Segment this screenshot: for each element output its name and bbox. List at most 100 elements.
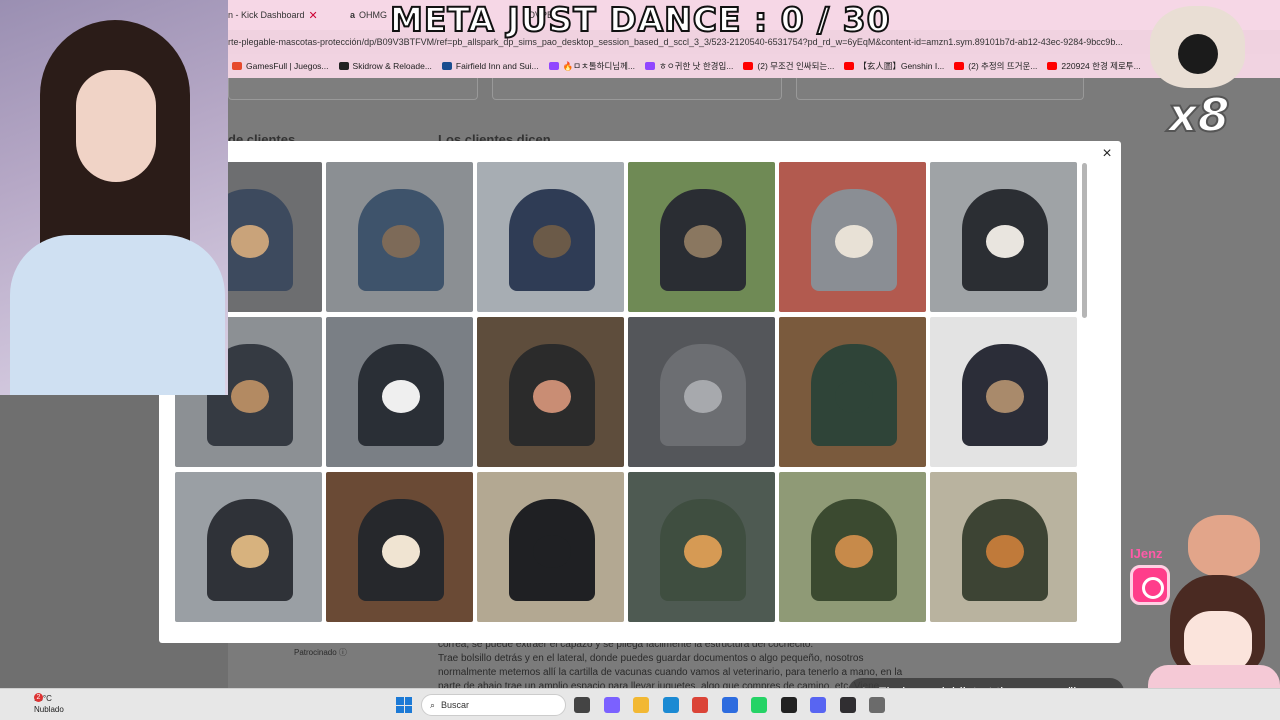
bookmark-label: 【玄人圖】Genshin I... [858, 61, 945, 71]
pet-image [532, 535, 572, 568]
pet-image [230, 535, 270, 568]
pet-image [683, 380, 723, 413]
bookmark-item[interactable]: 【玄人圖】Genshin I... [844, 60, 944, 72]
customer-image-thumbnail[interactable] [477, 472, 624, 622]
bookmark-favicon-icon [338, 62, 349, 70]
page-section-box [492, 78, 782, 100]
customer-image-thumbnail[interactable] [175, 472, 322, 622]
weather-desc: Nublado [34, 705, 64, 714]
bookmark-label: GamesFull | Juegos... [246, 61, 329, 71]
customer-image-thumbnail[interactable] [779, 472, 926, 622]
epic-games-icon[interactable] [780, 697, 797, 713]
bookmark-favicon-icon [645, 62, 656, 70]
image-grid [175, 162, 1077, 622]
pet-image [381, 225, 421, 258]
pet-image [683, 225, 723, 258]
task-view-icon[interactable] [574, 697, 590, 713]
pet-image [381, 380, 421, 413]
review-line: Trae bolsillo detrás y en el lateral, do… [438, 653, 864, 664]
bookmark-label: 220924 한경 제로투... [1061, 61, 1141, 71]
customer-image-thumbnail[interactable] [930, 472, 1077, 622]
bookmark-item[interactable]: GamesFull | Juegos... [232, 61, 329, 71]
bookmark-item[interactable]: Skidrow & Reloade... [338, 61, 432, 71]
weather-widget[interactable]: 2 16°C Nublado [12, 693, 64, 715]
whatsapp-icon[interactable] [751, 697, 767, 713]
amazon-icon: a [350, 10, 356, 20]
page-section-box [796, 78, 1084, 100]
file-explorer-icon[interactable] [633, 697, 649, 713]
bookmark-favicon-icon [954, 62, 965, 70]
customer-image-thumbnail[interactable] [326, 472, 473, 622]
modal-scrollbar[interactable] [1082, 163, 1087, 318]
cat-emote [1150, 6, 1245, 88]
bookmark-item[interactable]: (2) 추정의 뜨거운... [954, 60, 1037, 72]
close-tab-icon[interactable]: ✕ [309, 9, 318, 22]
customer-image-thumbnail[interactable] [930, 162, 1077, 312]
bookmark-label: (2) 무조건 인싸되는... [757, 61, 835, 71]
pet-image [985, 535, 1025, 568]
customer-image-thumbnail[interactable] [326, 162, 473, 312]
review-line: normalmente metemos allí la cartilla de … [438, 667, 903, 678]
customer-images-modal: × [159, 141, 1121, 643]
search-placeholder: Buscar [441, 700, 470, 710]
bookmark-label: Skidrow & Reloade... [352, 61, 432, 71]
windows-taskbar: 2 16°C Nublado ⌕ Buscar [0, 688, 1280, 720]
settings-icon[interactable] [869, 697, 885, 713]
customer-image-thumbnail[interactable] [779, 317, 926, 467]
obs-icon[interactable] [839, 697, 856, 713]
bookmark-favicon-icon [548, 62, 559, 70]
bear-hat [1188, 515, 1260, 577]
copilot-icon[interactable] [603, 697, 620, 713]
webcam-face [76, 70, 156, 182]
chrome-icon[interactable] [692, 697, 708, 713]
bookmark-label: (2) 추정의 뜨거운... [968, 61, 1038, 71]
bookmark-item[interactable]: 220924 한경 제로투... [1047, 60, 1141, 72]
bookmark-item[interactable]: (2) 무조건 인싸되는... [743, 60, 834, 72]
page-section-box [228, 78, 478, 100]
pet-image [230, 225, 270, 258]
store-icon[interactable] [721, 697, 738, 713]
pet-image [985, 225, 1025, 258]
taskbar-search[interactable]: ⌕ Buscar [421, 694, 566, 716]
customer-image-thumbnail[interactable] [477, 317, 624, 467]
customer-image-thumbnail[interactable] [628, 472, 775, 622]
bookmark-label: ㅎㅇ귀한 낫 한경입... [659, 61, 734, 71]
bookmark-item[interactable]: ㅎㅇ귀한 낫 한경입... [645, 60, 733, 72]
bookmark-favicon-icon [844, 62, 855, 70]
multiplier-text: x8 [1167, 87, 1231, 143]
meta-banner: META JUST DANCE : 0 / 30 [389, 0, 891, 40]
close-icon[interactable]: × [1099, 146, 1115, 162]
customer-image-thumbnail[interactable] [477, 162, 624, 312]
bookmark-item[interactable]: 🔥ㅁㅊ톨하디님께... [548, 60, 635, 72]
pet-image [834, 380, 874, 413]
bookmark-favicon-icon [441, 62, 452, 70]
bookmark-favicon-icon [232, 62, 242, 70]
webcam-overlay [0, 0, 228, 395]
pet-image [985, 380, 1025, 413]
pet-image [834, 535, 874, 568]
bookmark-item[interactable]: Fairfield Inn and Sui... [441, 61, 539, 71]
cat-mouth [1178, 34, 1218, 74]
tab-ohmg[interactable]: a OHMG [350, 4, 387, 26]
bookmark-label: Fairfield Inn and Sui... [455, 61, 539, 71]
bookmark-favicon-icon [743, 62, 754, 70]
bookmark-favicon-icon [1047, 62, 1058, 70]
customer-image-thumbnail[interactable] [326, 317, 473, 467]
vtuber-face [1184, 611, 1252, 673]
customer-image-thumbnail[interactable] [930, 317, 1077, 467]
sponsored-label: Patrocinado ⓘ [294, 648, 347, 657]
search-icon: ⌕ [430, 699, 436, 710]
pet-image [532, 225, 572, 258]
customer-image-thumbnail[interactable] [628, 162, 775, 312]
discord-icon[interactable] [810, 697, 826, 713]
notification-badge: 2 [34, 693, 43, 702]
customer-image-thumbnail[interactable] [779, 162, 926, 312]
pet-image [683, 535, 723, 568]
start-menu-icon[interactable] [396, 697, 412, 713]
webcam-dress [10, 235, 225, 395]
edge-icon[interactable] [662, 697, 679, 713]
pet-image [834, 225, 874, 258]
tab-kick-dashboard[interactable]: n - Kick Dashboard ✕ [228, 4, 318, 26]
pet-image [381, 535, 421, 568]
customer-image-thumbnail[interactable] [628, 317, 775, 467]
